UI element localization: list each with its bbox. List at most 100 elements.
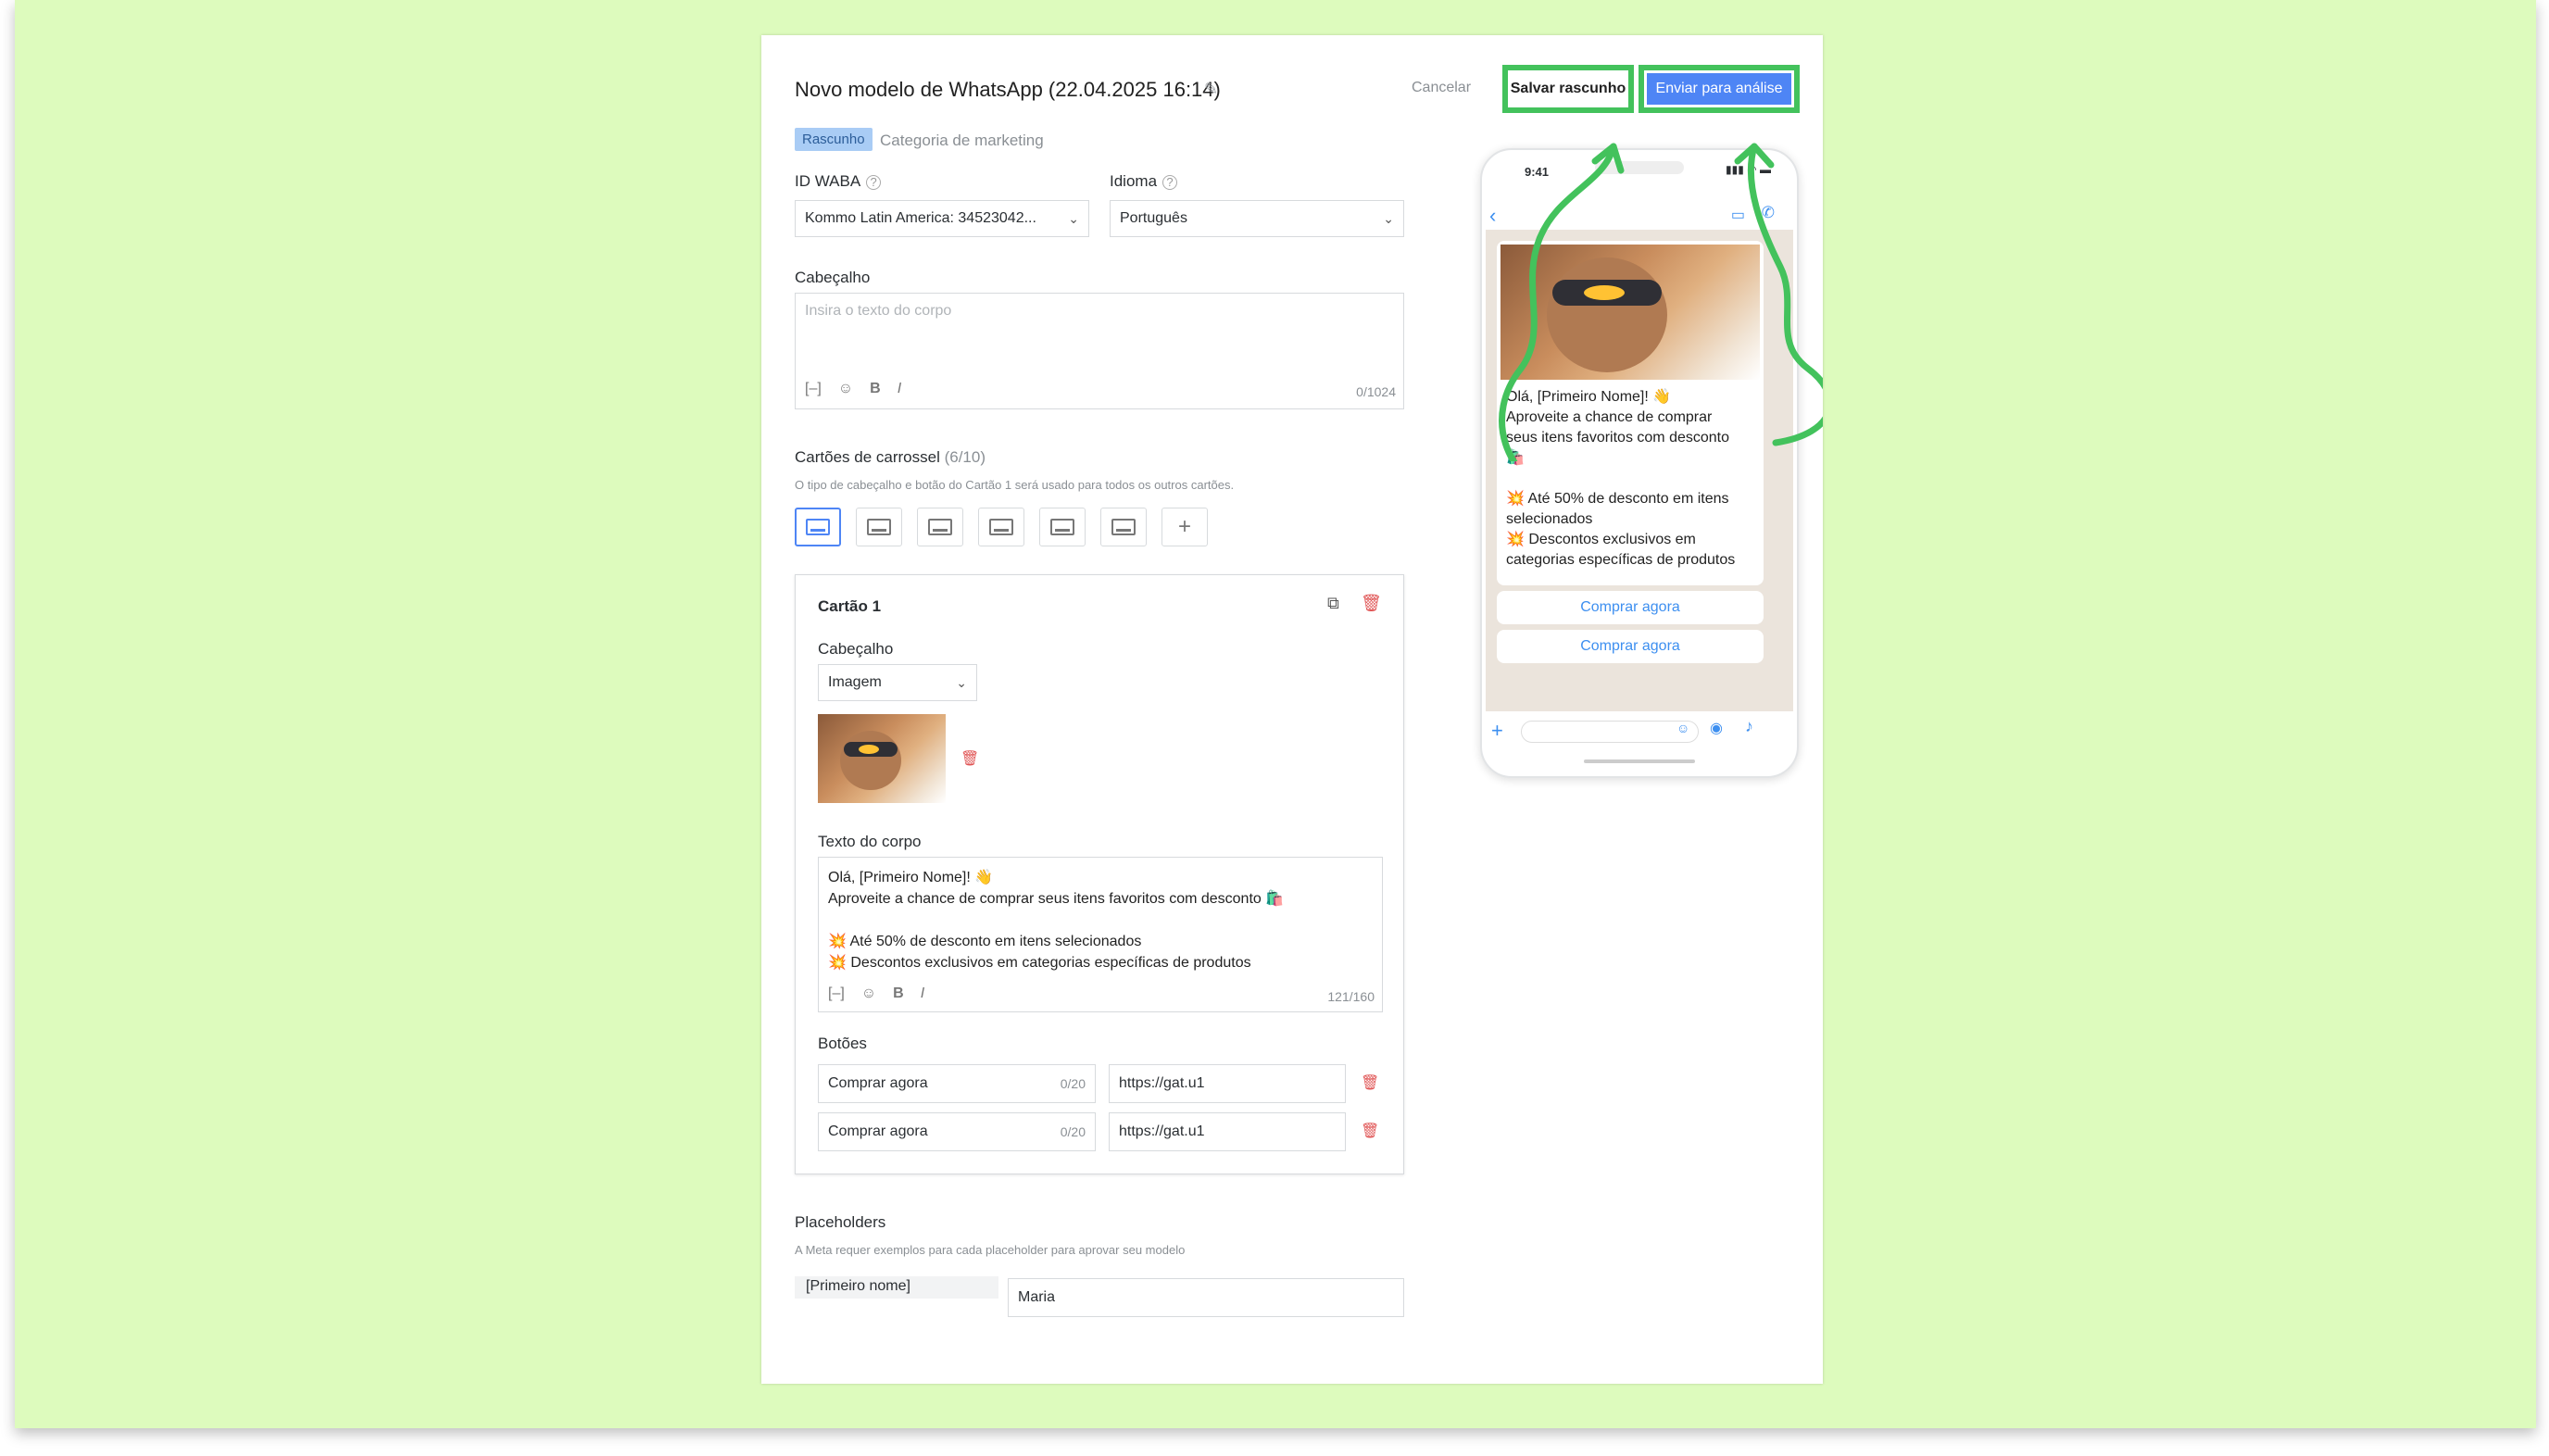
waba-label: ID WABA xyxy=(795,172,861,190)
chevron-down-icon: ⌄ xyxy=(1068,210,1079,226)
home-indicator xyxy=(1584,759,1695,763)
carousel-card-tab[interactable] xyxy=(1100,508,1147,546)
format-toolbar: [–] ☺ B I xyxy=(805,381,901,397)
attach-icon[interactable]: + xyxy=(1491,719,1503,743)
waba-value: Kommo Latin America: 34523042... xyxy=(805,210,1036,226)
language-value: Português xyxy=(1120,210,1187,226)
card-icon xyxy=(1111,519,1136,535)
body-text: Olá, [Primeiro Nome]! 👋 Aproveite a chan… xyxy=(828,867,1284,973)
bold-icon[interactable]: B xyxy=(870,381,881,397)
body-line: 💥 Até 50% de desconto em itens seleciona… xyxy=(828,934,1142,949)
buttons-label: Botões xyxy=(818,1035,867,1052)
template-editor-panel: Novo modelo de WhatsApp (22.04.2025 16:1… xyxy=(761,35,1823,1384)
variable-icon[interactable]: [–] xyxy=(805,381,822,397)
button-url-value: https://gat.u1 xyxy=(1119,1123,1205,1139)
button-url-input[interactable]: https://gat.u1 xyxy=(1109,1112,1346,1151)
status-badge: Rascunho xyxy=(795,128,873,151)
message-line: 💥 Até 50% de desconto em itens xyxy=(1506,491,1729,507)
carousel-label-row: Cartões de carrossel (6/10) xyxy=(795,448,986,467)
message-line: categorias específicas de produtos xyxy=(1506,552,1736,568)
language-label: Idioma xyxy=(1110,172,1158,190)
header-placeholder: Insira o texto do corpo xyxy=(805,303,952,319)
waba-label-row: ID WABA? xyxy=(795,172,882,191)
message-line: selecionados xyxy=(1506,511,1593,527)
message-line xyxy=(1506,469,1758,489)
preview-button: Comprar agora xyxy=(1497,630,1764,663)
emoji-icon[interactable]: ☺ xyxy=(861,985,876,1002)
page-title: Novo modelo de WhatsApp (22.04.2025 16:1… xyxy=(795,78,1221,101)
help-icon[interactable]: ? xyxy=(866,174,882,190)
placeholders-label: Placeholders xyxy=(795,1213,886,1231)
delete-button-icon[interactable]: 🗑 xyxy=(1361,1122,1379,1140)
header-image-thumbnail[interactable] xyxy=(818,714,946,803)
body-line: 💥 Descontos exclusivos em categorias esp… xyxy=(828,955,1251,971)
button-text-input[interactable]: Comprar agora 0/20 xyxy=(818,1112,1096,1151)
camera-icon[interactable]: ◉ xyxy=(1710,719,1723,737)
sticker-icon[interactable]: ☺ xyxy=(1676,721,1689,735)
card-icon xyxy=(806,519,830,535)
carousel-card-tab[interactable] xyxy=(1039,508,1086,546)
chevron-down-icon: ⌄ xyxy=(956,674,967,690)
carousel-tabs: + xyxy=(795,508,1208,546)
carousel-hint: O tipo de cabeçalho e botão do Cartão 1 … xyxy=(795,478,1235,492)
language-select[interactable]: Português ⌄ xyxy=(1110,200,1404,237)
card-icon xyxy=(867,519,891,535)
add-card-button[interactable]: + xyxy=(1161,508,1208,546)
variable-icon[interactable]: [–] xyxy=(828,985,845,1002)
edit-title-icon[interactable]: ✎ xyxy=(1204,80,1218,99)
button-text-value: Comprar agora xyxy=(828,1075,928,1091)
language-label-row: Idioma? xyxy=(1110,172,1178,191)
header-textarea[interactable]: Insira o texto do corpo [–] ☺ B I 0/1024 xyxy=(795,293,1404,409)
mic-icon[interactable]: ♪ xyxy=(1745,717,1753,736)
waba-select[interactable]: Kommo Latin America: 34523042... ⌄ xyxy=(795,200,1089,237)
button-url-input[interactable]: https://gat.u1 xyxy=(1109,1064,1346,1103)
italic-icon[interactable]: I xyxy=(921,985,924,1002)
submit-for-review-button[interactable]: Enviar para análise xyxy=(1639,65,1800,113)
emoji-icon[interactable]: ☺ xyxy=(838,381,853,397)
body-line: Aproveite a chance de comprar seus itens… xyxy=(828,891,1285,907)
arrow-to-draft xyxy=(1499,143,1617,461)
placeholder-name: [Primeiro nome] xyxy=(795,1276,998,1299)
card-icon xyxy=(1050,519,1074,535)
carousel-card: Cartão 1 ⧉ 🗑 Cabeçalho Imagem ⌄ 🗑 Texto d… xyxy=(795,574,1404,1174)
placeholder-value-input[interactable]: Maria xyxy=(1008,1278,1404,1317)
button-url-value: https://gat.u1 xyxy=(1119,1075,1205,1091)
carousel-card-tab[interactable] xyxy=(795,508,841,546)
cat-visor-lens xyxy=(859,745,879,754)
delete-image-icon[interactable]: 🗑 xyxy=(961,749,979,768)
card-icon xyxy=(928,519,952,535)
help-icon[interactable]: ? xyxy=(1162,174,1178,190)
button-text-input[interactable]: Comprar agora 0/20 xyxy=(818,1064,1096,1103)
delete-card-icon[interactable]: 🗑 xyxy=(1361,594,1382,613)
carousel-label: Cartões de carrossel xyxy=(795,448,940,466)
header-type-select[interactable]: Imagem ⌄ xyxy=(818,664,977,701)
carousel-card-tab[interactable] xyxy=(917,508,963,546)
placeholders-hint: A Meta requer exemplos para cada placeho… xyxy=(795,1243,1186,1257)
chevron-down-icon: ⌄ xyxy=(1383,210,1394,226)
arrow-to-submit xyxy=(1748,143,1823,446)
body-counter: 121/160 xyxy=(1327,989,1375,1004)
carousel-card-tab[interactable] xyxy=(978,508,1024,546)
button-counter: 0/20 xyxy=(1060,1076,1086,1091)
carousel-card-tab[interactable] xyxy=(856,508,902,546)
format-toolbar: [–] ☺ B I xyxy=(828,985,924,1002)
canvas-background: Novo modelo de WhatsApp (22.04.2025 16:1… xyxy=(15,0,2536,1428)
submit-label: Enviar para análise xyxy=(1647,73,1791,105)
message-line: 💥 Descontos exclusivos em xyxy=(1506,532,1696,547)
cancel-button[interactable]: Cancelar xyxy=(1412,80,1471,96)
card-icon xyxy=(989,519,1013,535)
delete-button-icon[interactable]: 🗑 xyxy=(1361,1073,1379,1092)
body-textarea[interactable]: Olá, [Primeiro Nome]! 👋 Aproveite a chan… xyxy=(818,857,1383,1012)
carousel-count: (6/10) xyxy=(944,448,986,466)
card-title: Cartão 1 xyxy=(818,597,882,615)
body-label: Texto do corpo xyxy=(818,833,922,850)
copy-icon[interactable]: ⧉ xyxy=(1327,594,1339,613)
cat-head xyxy=(840,731,901,790)
preview-button: Comprar agora xyxy=(1497,591,1764,624)
save-draft-button[interactable]: Salvar rascunho xyxy=(1502,65,1634,113)
message-input[interactable] xyxy=(1521,721,1699,743)
bold-icon[interactable]: B xyxy=(893,985,904,1002)
header-label: Cabeçalho xyxy=(795,269,871,286)
italic-icon[interactable]: I xyxy=(898,381,901,397)
button-counter: 0/20 xyxy=(1060,1124,1086,1139)
